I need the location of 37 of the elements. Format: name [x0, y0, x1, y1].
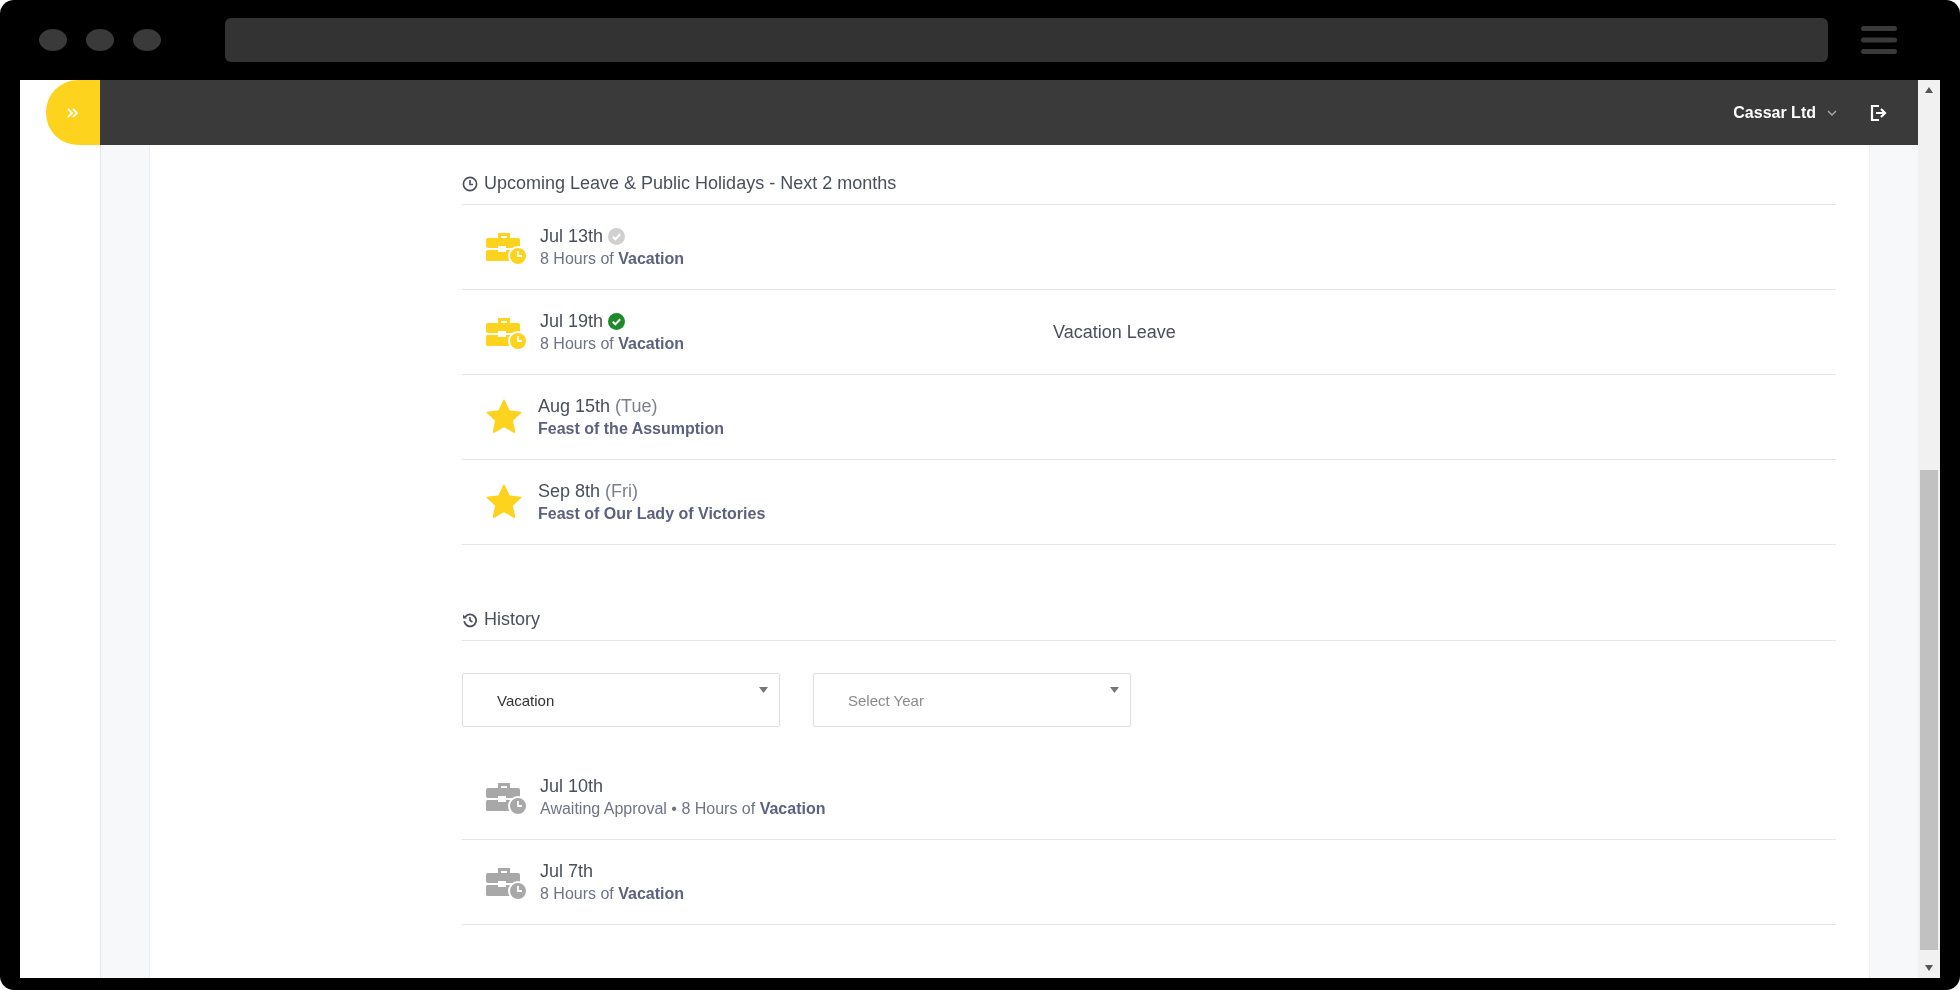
window-dot[interactable]: [86, 29, 114, 51]
scroll-up-icon[interactable]: [1924, 86, 1934, 94]
caret-icon: [759, 687, 768, 693]
leave-date: Jul 10th: [540, 776, 604, 797]
leave-date: Aug 15th: [538, 396, 611, 417]
scrollbar-thumb[interactable]: [1920, 470, 1938, 950]
leave-date: Jul 7th: [540, 861, 594, 882]
weekday: (Tue): [615, 396, 658, 417]
leave-date: Sep 8th: [538, 481, 601, 502]
leave-detail: 8 Hours of Vacation: [540, 885, 686, 903]
logout-icon[interactable]: [1868, 102, 1888, 123]
holiday-name: Feast of Our Lady of Victories: [538, 505, 767, 523]
expand-sidebar-button[interactable]: [46, 80, 100, 145]
section-title: Upcoming Leave & Public Holidays - Next 2 months: [484, 173, 897, 194]
year-select[interactable]: Select Year: [813, 673, 1131, 727]
leave-detail: Awaiting Approval • 8 Hours of Vacation: [540, 800, 827, 818]
weekday: (Fri): [605, 481, 639, 502]
history-icon: [462, 611, 478, 628]
double-chevron-icon: [66, 105, 80, 120]
window-dot[interactable]: [39, 29, 67, 51]
holiday-name: Feast of the Assumption: [538, 420, 726, 438]
leave-detail: 8 Hours of Vacation: [540, 335, 686, 353]
window-dot[interactable]: [133, 29, 161, 51]
caret-icon: [1110, 687, 1119, 693]
chevron-down-icon: [1826, 108, 1838, 117]
scrollbar[interactable]: [1918, 80, 1940, 978]
leave-date: Jul 19th: [540, 311, 604, 332]
section-title: History: [484, 609, 540, 630]
leave-detail: 8 Hours of Vacation: [540, 250, 686, 268]
leave-date: Jul 13th: [540, 226, 604, 247]
address-bar[interactable]: [225, 18, 1828, 62]
clock-icon: [462, 175, 478, 192]
menu-icon[interactable]: [1861, 25, 1897, 55]
company-dropdown[interactable]: Cassar Ltd: [1727, 102, 1844, 123]
scroll-down-icon[interactable]: [1924, 964, 1934, 972]
leave-note: Vacation Leave: [1053, 321, 1176, 343]
leave-type-select[interactable]: Vacation: [462, 673, 780, 727]
